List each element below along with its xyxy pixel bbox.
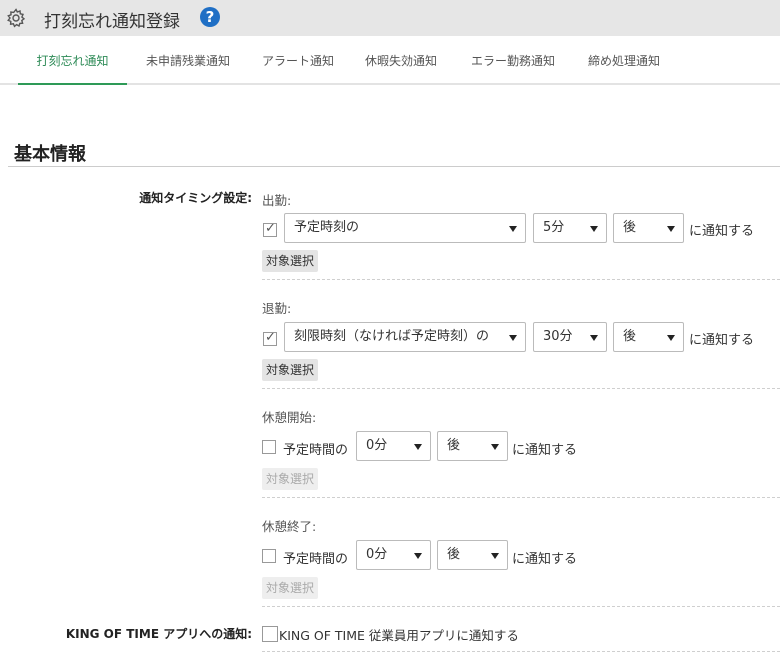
chevron-down-icon: [667, 335, 675, 341]
divider: [262, 279, 780, 280]
clock-out-basis-select[interactable]: 刻限時刻（なければ予定時刻）の: [284, 322, 526, 352]
clock-out-suffix: に通知する: [689, 333, 755, 348]
app-notice-checkbox[interactable]: [262, 626, 278, 642]
break-start-suffix: に通知する: [512, 443, 578, 458]
break-start-direction-select[interactable]: 後: [437, 431, 508, 461]
chevron-down-icon: [491, 444, 499, 450]
chevron-down-icon: [414, 553, 422, 559]
chevron-down-icon: [590, 335, 598, 341]
divider: [262, 388, 780, 389]
clock-out-minutes-value: 30分: [543, 329, 573, 344]
tab-error-work[interactable]: エラー勤務通知: [463, 36, 563, 85]
chevron-down-icon: [590, 226, 598, 232]
clock-out-target-button[interactable]: 対象選択: [262, 359, 319, 381]
chevron-down-icon: [667, 226, 675, 232]
break-start-basis-text: 予定時間の: [283, 443, 349, 458]
timing-label: 通知タイミング設定:: [139, 191, 252, 205]
page-title: 打刻忘れ通知登録: [44, 12, 180, 32]
tab-alert[interactable]: アラート通知: [254, 36, 342, 85]
clock-in-checkbox[interactable]: [263, 221, 277, 237]
clock-out-direction-value: 後: [623, 329, 637, 344]
clock-out-direction-select[interactable]: 後: [613, 322, 684, 352]
break-end-target-button[interactable]: 対象選択: [262, 577, 319, 599]
break-end-label: 休憩終了:: [262, 519, 317, 534]
clock-in-direction-select[interactable]: 後: [613, 213, 684, 243]
clock-in-label: 出勤:: [262, 193, 292, 208]
break-start-label: 休憩開始:: [262, 410, 317, 425]
break-end-minutes-select[interactable]: 0分: [356, 540, 431, 570]
divider: [262, 606, 780, 607]
divider: [262, 651, 780, 652]
tab-bar: 打刻忘れ通知 未申請残業通知 アラート通知 休暇失効通知 エラー勤務通知 締め処…: [0, 36, 780, 85]
tab-punch-forgot[interactable]: 打刻忘れ通知: [18, 36, 127, 85]
clock-in-target-button[interactable]: 対象選択: [262, 250, 319, 272]
clock-out-label: 退勤:: [262, 301, 292, 316]
clock-out-minutes-select[interactable]: 30分: [533, 322, 607, 352]
clock-in-suffix: に通知する: [689, 224, 755, 239]
chevron-down-icon: [509, 335, 517, 341]
section-divider: [8, 166, 780, 167]
app-notice-label: KING OF TIME アプリへの通知:: [65, 627, 252, 641]
section-title: 基本情報: [14, 144, 86, 165]
gear-icon[interactable]: [6, 8, 26, 28]
chevron-down-icon: [509, 226, 517, 232]
chevron-down-icon: [414, 444, 422, 450]
clock-out-basis-value: 刻限時刻（なければ予定時刻）の: [294, 329, 490, 344]
help-icon[interactable]: ?: [200, 7, 220, 27]
break-start-minutes-select[interactable]: 0分: [356, 431, 431, 461]
break-start-checkbox[interactable]: [262, 440, 276, 454]
divider: [262, 497, 780, 498]
clock-in-direction-value: 後: [623, 220, 637, 235]
clock-in-basis-select[interactable]: 予定時刻の: [284, 213, 526, 243]
break-end-suffix: に通知する: [512, 552, 578, 567]
tab-unapplied-overtime[interactable]: 未申請残業通知: [134, 36, 242, 85]
tab-closing[interactable]: 締め処理通知: [576, 36, 672, 85]
break-start-target-button[interactable]: 対象選択: [262, 468, 319, 490]
break-start-minutes-value: 0分: [366, 438, 388, 453]
app-notice-text[interactable]: KING OF TIME 従業員用アプリに通知する: [279, 625, 519, 644]
break-start-direction-value: 後: [447, 438, 461, 453]
chevron-down-icon: [491, 553, 499, 559]
break-end-direction-select[interactable]: 後: [437, 540, 508, 570]
break-end-direction-value: 後: [447, 547, 461, 562]
break-end-checkbox[interactable]: [262, 549, 276, 563]
tab-leave-expire[interactable]: 休暇失効通知: [352, 36, 450, 85]
clock-in-minutes-value: 5分: [543, 220, 565, 235]
clock-in-minutes-select[interactable]: 5分: [533, 213, 607, 243]
break-end-minutes-value: 0分: [366, 547, 388, 562]
title-bar: 打刻忘れ通知登録 ?: [0, 0, 780, 36]
break-end-basis-text: 予定時間の: [283, 552, 349, 567]
clock-in-basis-value: 予定時刻の: [294, 220, 360, 235]
clock-out-checkbox[interactable]: [263, 330, 277, 346]
